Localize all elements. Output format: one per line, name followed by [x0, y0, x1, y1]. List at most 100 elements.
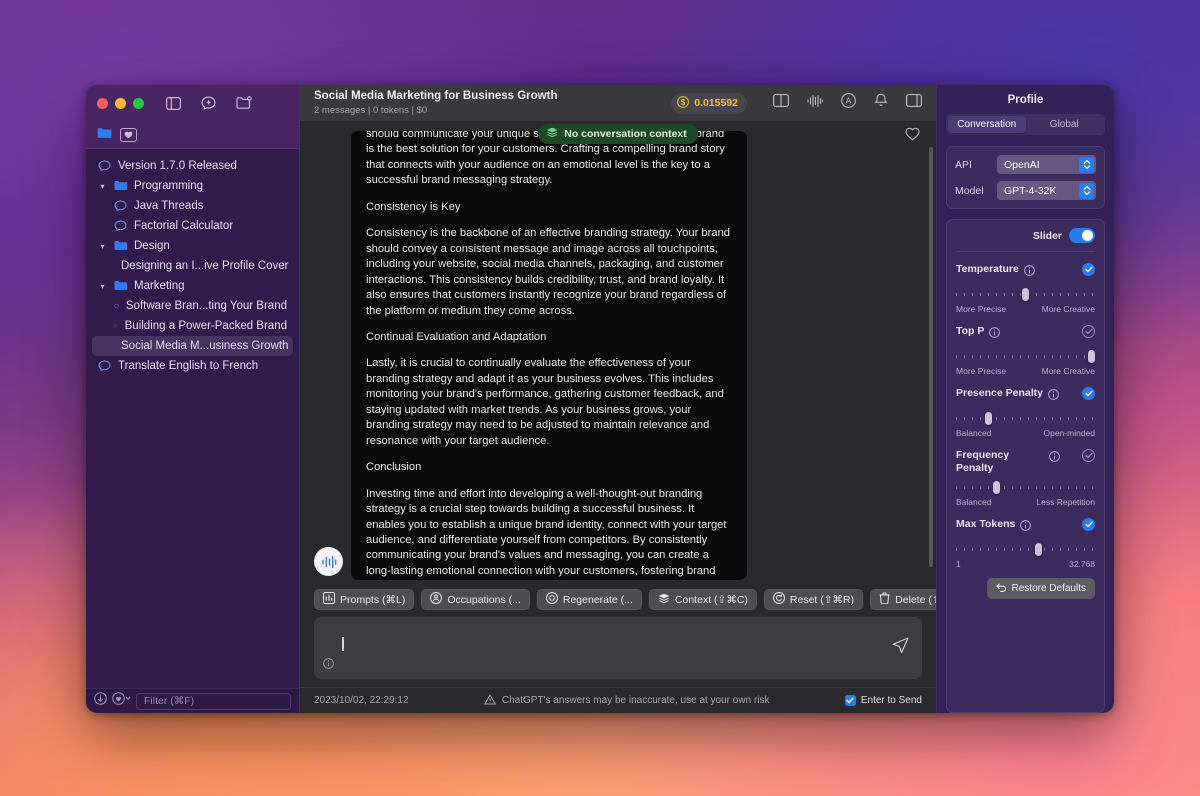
parameter-enable-checkbox[interactable]	[1082, 387, 1095, 400]
heart-icon[interactable]	[905, 127, 920, 146]
slider-mode-toggle[interactable]	[1069, 228, 1095, 243]
info-circle-icon[interactable]	[1049, 449, 1060, 467]
layers-icon	[546, 127, 558, 141]
send-button[interactable]	[891, 636, 910, 660]
api-select[interactable]: OpenAI	[997, 155, 1096, 174]
model-label: Model	[955, 185, 989, 197]
model-select[interactable]: GPT-4-32K	[997, 181, 1096, 200]
accessibility-icon[interactable]: A	[841, 93, 856, 113]
slider-ticks	[956, 355, 1095, 358]
api-field-row: API OpenAI	[955, 155, 1096, 174]
sidebar-conversation-item[interactable]: Social Media M...usiness Growth	[92, 336, 293, 356]
parameter-slider[interactable]	[956, 350, 1095, 363]
chevron-down-icon[interactable]: ▾	[98, 282, 107, 291]
slider-thumb[interactable]	[1022, 288, 1029, 301]
sidebar: Version 1.7.0 Released▾ProgrammingJava T…	[86, 85, 300, 713]
profile-scope-tabs[interactable]: Conversation Global	[946, 114, 1105, 135]
slider-max-label: More Creative	[1042, 304, 1095, 314]
trash-icon	[879, 592, 890, 607]
new-folder-icon[interactable]	[236, 96, 252, 110]
message-paragraph: Lastly, it is crucial to continually eva…	[366, 356, 732, 449]
message-paragraph: Conclusion	[366, 460, 732, 475]
chevron-down-icon[interactable]: ▾	[98, 242, 107, 251]
sidebar-conversation-item[interactable]: Software Bran...ting Your Brand	[92, 296, 293, 316]
parameter-slider[interactable]	[956, 412, 1095, 425]
filter-input[interactable]: Filter (⌘F)	[136, 693, 291, 710]
split-view-icon[interactable]	[773, 94, 789, 112]
action-button-prompts[interactable]: Prompts (⌘L)	[314, 589, 414, 610]
waveform-icon[interactable]	[807, 94, 823, 113]
parameter-enable-checkbox[interactable]	[1082, 263, 1095, 276]
parameter-slider[interactable]	[956, 481, 1095, 494]
message-paragraph: Investing time and effort into developin…	[366, 487, 732, 580]
model-value: GPT-4-32K	[1004, 185, 1079, 197]
slider-min-label: More Precise	[956, 366, 1006, 376]
profile-parameters-card: Slider TemperatureMore PreciseMore Creat…	[946, 219, 1105, 713]
sidebar-item-label: Marketing	[134, 280, 185, 292]
action-button-context[interactable]: Context (⇧⌘C)	[649, 589, 757, 610]
api-value: OpenAI	[1004, 159, 1079, 171]
info-circle-icon[interactable]	[1020, 518, 1031, 536]
message-paragraph: Consistency is the backbone of an effect…	[366, 226, 732, 319]
parameter-slider[interactable]	[956, 543, 1095, 556]
minimize-button[interactable]	[115, 98, 126, 109]
sidebar-conversation-item[interactable]: Building a Power-Packed Brand	[92, 316, 293, 336]
sidebar-conversation-item[interactable]: Version 1.7.0 Released	[92, 156, 293, 176]
sidebar-folder[interactable]: ▾Programming	[92, 176, 293, 196]
favorites-filter-button[interactable]	[120, 128, 137, 142]
toggle-sidebar-icon[interactable]	[166, 97, 181, 110]
slider-thumb[interactable]	[993, 481, 1000, 494]
maximize-button[interactable]	[133, 98, 144, 109]
slider-thumb[interactable]	[1088, 350, 1095, 363]
tab-conversation[interactable]: Conversation	[948, 116, 1026, 133]
info-circle-icon[interactable]	[1048, 387, 1059, 405]
close-button[interactable]	[97, 98, 108, 109]
action-button-occupations[interactable]: Occupations (...	[421, 589, 530, 610]
right-panel-icon[interactable]	[906, 94, 922, 112]
inaccuracy-warning: ChatGPT's answers may be inaccurate, use…	[502, 695, 770, 706]
message-scrollbar[interactable]	[929, 147, 933, 567]
traffic-lights	[97, 98, 144, 109]
folder-icon[interactable]	[97, 126, 112, 144]
sidebar-folder[interactable]: ▾ Design	[92, 236, 293, 256]
sidebar-conversation-item[interactable]: Java Threads	[92, 196, 293, 216]
download-icon[interactable]	[94, 692, 107, 710]
info-circle-icon[interactable]	[1024, 263, 1035, 281]
parameter-enable-checkbox[interactable]	[1082, 325, 1095, 338]
restore-defaults-button[interactable]: Restore Defaults	[987, 578, 1095, 599]
message-scroll-area[interactable]: No conversation context should communica…	[300, 121, 936, 580]
action-button-reset[interactable]: Reset (⇧⌘R)	[764, 589, 863, 610]
slider-min-label: More Precise	[956, 304, 1006, 314]
slider-thumb[interactable]	[985, 412, 992, 425]
slider-thumb[interactable]	[1035, 543, 1042, 556]
parameter-slider[interactable]	[956, 288, 1095, 301]
dollar-circle-icon: $	[677, 96, 689, 111]
conversation-list[interactable]: Version 1.7.0 Released▾ProgrammingJava T…	[86, 149, 299, 688]
chevron-down-icon[interactable]: ▾	[98, 182, 107, 191]
person-circle-icon	[430, 592, 442, 607]
sidebar-conversation-item[interactable]: Translate English to French	[92, 356, 293, 376]
filter-dropdown-icon[interactable]	[112, 692, 131, 710]
action-button-regenerate[interactable]: Regenerate (...	[537, 589, 642, 610]
folder-icon	[114, 280, 127, 292]
info-circle-icon[interactable]	[323, 656, 334, 674]
tab-global[interactable]: Global	[1026, 116, 1104, 133]
sidebar-filter-bar: Filter (⌘F)	[86, 688, 299, 713]
parameter-enable-checkbox[interactable]	[1082, 449, 1095, 462]
sidebar-item-label: Design	[134, 240, 170, 252]
sidebar-conversation-item[interactable]: Designing an I...ive Profile Cover	[92, 256, 293, 276]
chevron-updown-icon	[1079, 183, 1094, 199]
bell-icon[interactable]	[874, 93, 888, 113]
slider-min-label: 1	[956, 559, 961, 569]
sidebar-subbar	[86, 121, 299, 149]
sidebar-conversation-item[interactable]: Factorial Calculator	[92, 216, 293, 236]
info-circle-icon[interactable]	[989, 325, 1000, 343]
enter-to-send-toggle[interactable]: Enter to Send	[845, 695, 922, 706]
new-chat-icon[interactable]	[201, 96, 216, 111]
context-status-pill: No conversation context	[538, 124, 698, 144]
sidebar-folder[interactable]: ▾ Marketing	[92, 276, 293, 296]
message-composer[interactable]	[314, 617, 922, 679]
action-button-label: Reset (⇧⌘R)	[790, 594, 854, 606]
slider-ticks	[956, 548, 1095, 551]
parameter-enable-checkbox[interactable]	[1082, 518, 1095, 531]
